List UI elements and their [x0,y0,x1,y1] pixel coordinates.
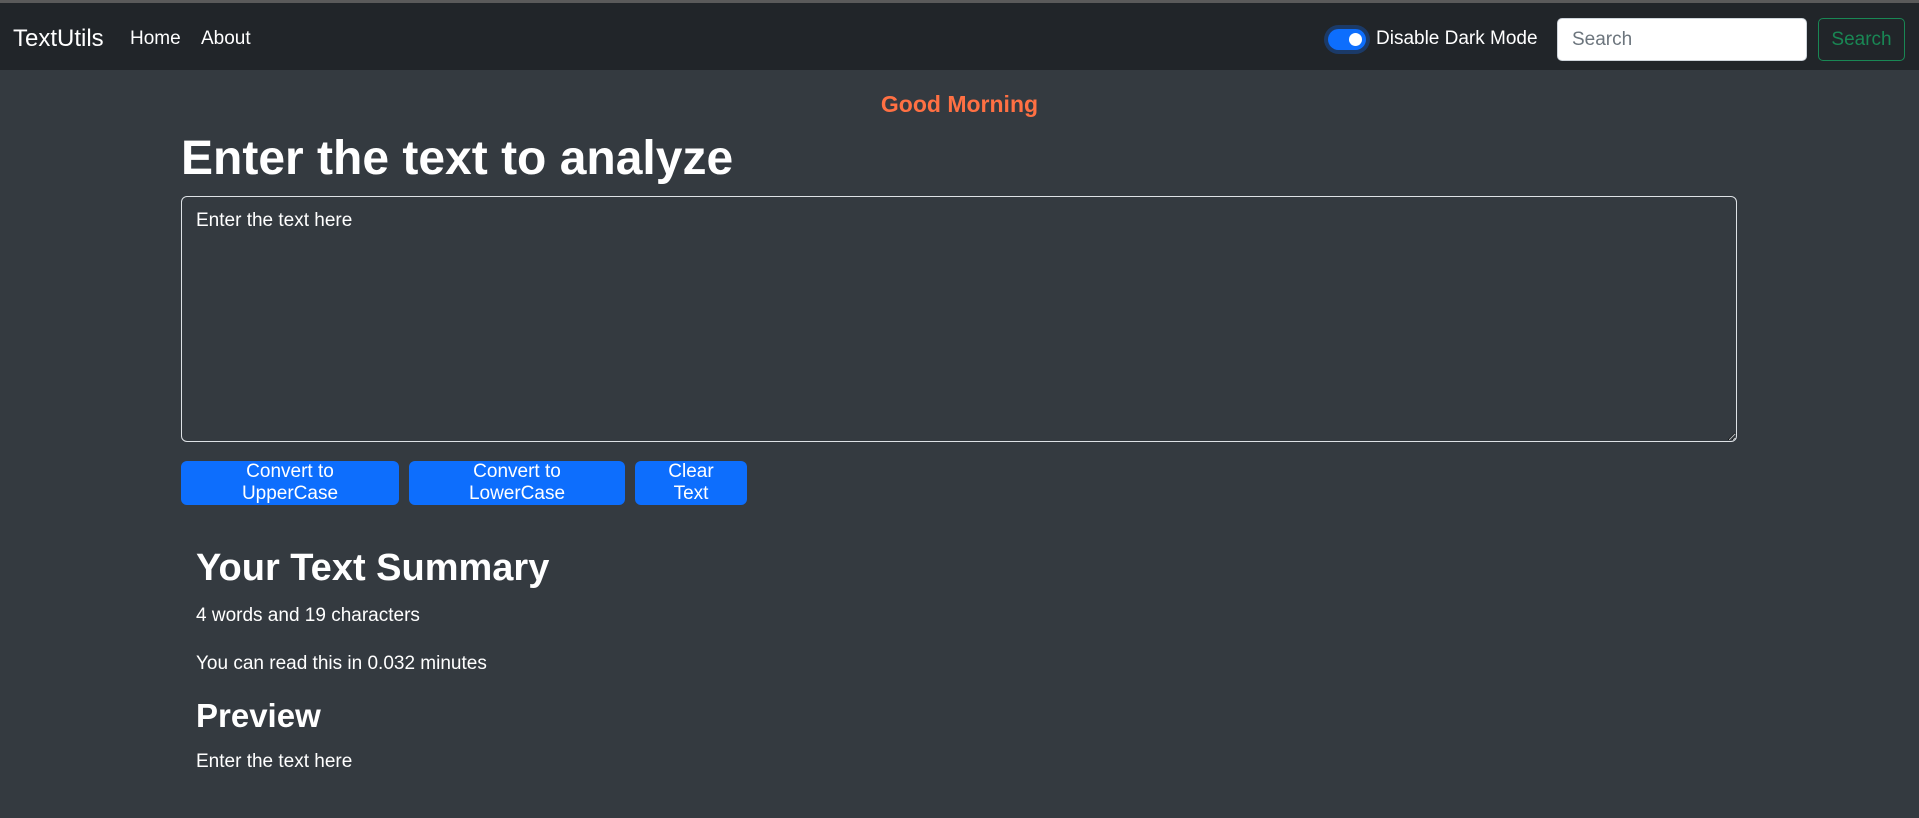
read-time: You can read this in 0.032 minutes [196,653,487,674]
nav-link-about[interactable]: About [201,28,251,50]
text-input-area[interactable]: Enter the text here [181,196,1737,442]
toggle-knob [1349,33,1362,46]
greeting-text: Good Morning [880,91,1039,117]
search-button[interactable]: Search [1818,18,1905,61]
dark-mode-toggle[interactable] [1328,29,1366,50]
brand-logo[interactable]: TextUtils [13,25,104,53]
preview-heading: Preview [196,697,321,734]
summary-heading: Your Text Summary [196,547,550,589]
page-title: Enter the text to analyze [181,132,734,185]
nav-link-home[interactable]: Home [130,28,181,50]
convert-lowercase-button[interactable]: Convert to LowerCase [409,461,625,505]
navbar: TextUtils Home About Disable Dark Mode S… [0,3,1919,70]
search-input[interactable] [1557,18,1807,61]
word-char-count: 4 words and 19 characters [196,605,420,626]
clear-text-button[interactable]: Clear Text [635,461,747,505]
preview-text: Enter the text here [196,751,353,772]
convert-uppercase-button[interactable]: Convert to UpperCase [181,461,399,505]
dark-mode-toggle-label[interactable]: Disable Dark Mode [1376,28,1538,50]
